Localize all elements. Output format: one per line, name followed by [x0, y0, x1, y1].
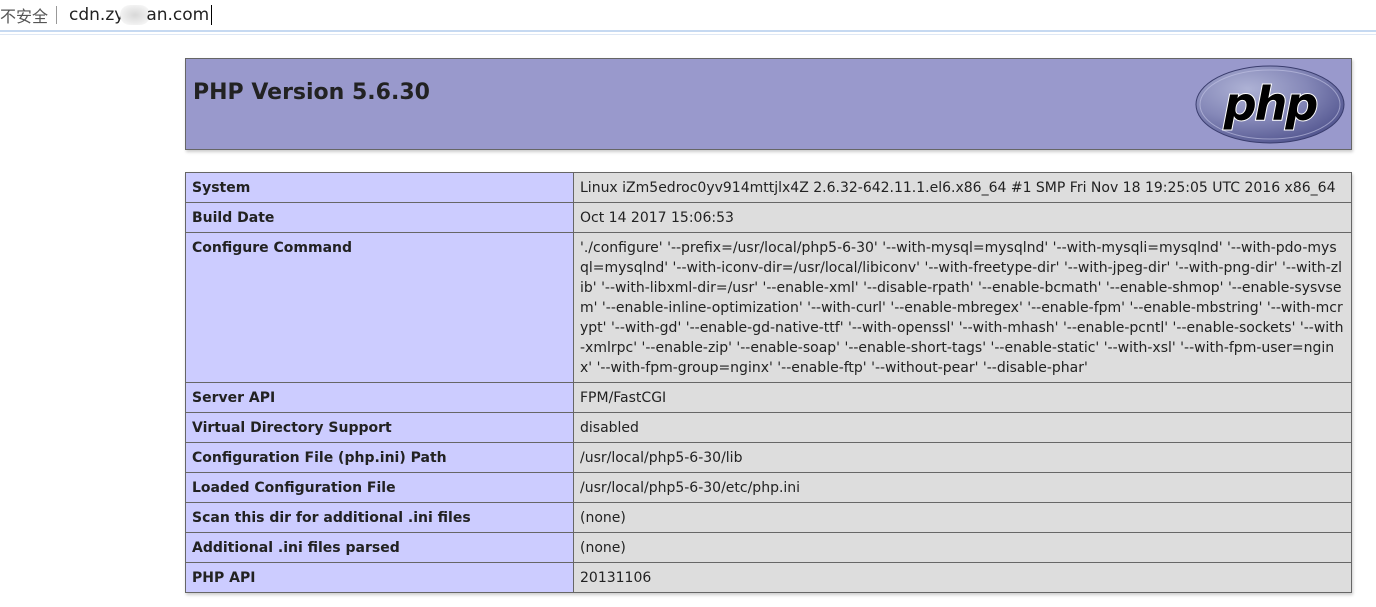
row-key: Scan this dir for additional .ini files — [185, 502, 574, 533]
table-row: Server API FPM/FastCGI — [185, 382, 1352, 413]
row-key: PHP API — [185, 562, 574, 593]
address-separator — [56, 6, 58, 24]
phpinfo-header: PHP Version 5.6.30 php — [185, 58, 1352, 150]
row-value: FPM/FastCGI — [573, 382, 1352, 413]
row-key: Server API — [185, 382, 574, 413]
address-bar-focus-line — [0, 30, 1376, 32]
php-logo-icon[interactable]: php — [1195, 65, 1345, 144]
table-row: System Linux iZm5edroc0yv914mttjlx4Z 2.6.… — [185, 172, 1352, 203]
address-bar[interactable]: 不安全 cdn.zy an.com — [0, 0, 1376, 30]
row-key: Configure Command — [185, 232, 574, 383]
table-row: Configuration File (php.ini) Path/usr/lo… — [185, 442, 1352, 473]
php-logo-text: php — [1223, 77, 1318, 131]
row-value: './configure' '--prefix=/usr/local/php5-… — [573, 232, 1352, 383]
row-value: Oct 14 2017 15:06:53 — [573, 202, 1352, 233]
row-value: /usr/local/php5-6-30/etc/php.ini — [573, 472, 1352, 503]
phpinfo-table: System Linux iZm5edroc0yv914mttjlx4Z 2.6.… — [185, 172, 1352, 593]
table-row: Virtual Directory Support disabled — [185, 412, 1352, 443]
table-row: Build Date Oct 14 2017 15:06:53 — [185, 202, 1352, 233]
row-value: (none) — [573, 502, 1352, 533]
table-row: Loaded Configuration File/usr/local/php5… — [185, 472, 1352, 503]
text-caret — [211, 5, 213, 25]
table-row: PHP API 20131106 — [185, 562, 1352, 593]
not-secure-label[interactable]: 不安全 — [0, 3, 48, 27]
row-key: Loaded Configuration File — [185, 472, 574, 503]
url-prefix: cdn.zy — [69, 5, 125, 25]
row-value: (none) — [573, 532, 1352, 563]
row-value: disabled — [573, 412, 1352, 443]
row-key: System — [185, 172, 574, 203]
page-title: PHP Version 5.6.30 — [193, 80, 430, 105]
row-value: /usr/local/php5-6-30/lib — [573, 442, 1352, 473]
table-row: Additional .ini files parsed (none) — [185, 532, 1352, 563]
url-text[interactable]: cdn.zy an.com — [69, 5, 213, 25]
row-key: Virtual Directory Support — [185, 412, 574, 443]
row-key: Build Date — [185, 202, 574, 233]
table-row: Configure Command './configure' '--prefix… — [185, 232, 1352, 383]
phpinfo-page: PHP Version 5.6.30 php System Linux iZm5e… — [185, 58, 1352, 593]
row-value: Linux iZm5edroc0yv914mttjlx4Z 2.6.32-642… — [573, 172, 1352, 203]
table-row: Scan this dir for additional .ini files(… — [185, 502, 1352, 533]
row-value: 20131106 — [573, 562, 1352, 593]
url-suffix: an.com — [146, 5, 210, 25]
address-bar-divider — [0, 34, 1376, 35]
row-key: Configuration File (php.ini) Path — [185, 442, 574, 473]
row-key: Additional .ini files parsed — [185, 532, 574, 563]
